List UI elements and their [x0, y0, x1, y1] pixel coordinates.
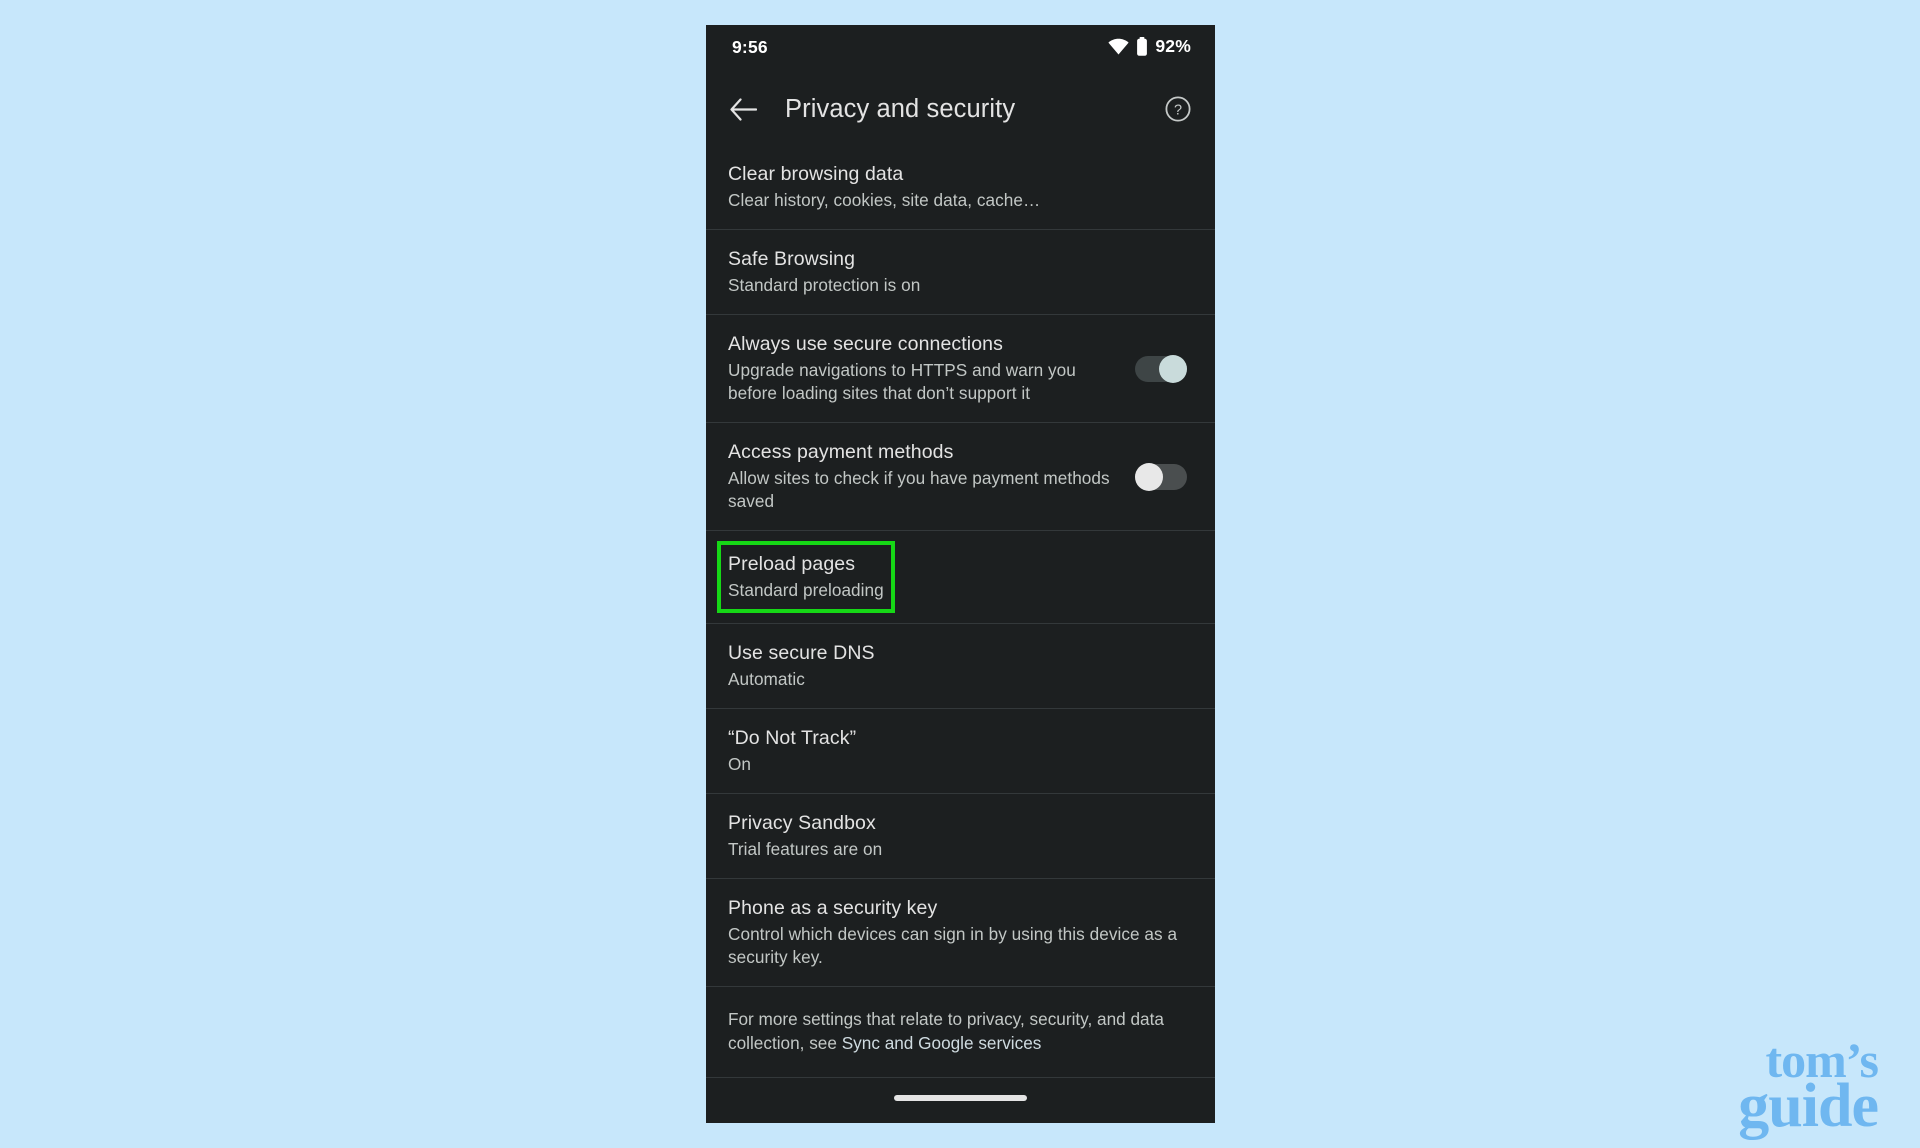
row-title: Phone as a security key: [728, 897, 938, 919]
row-text: Use secure DNS Automatic: [728, 641, 1187, 691]
settings-row-always-use-secure-connections[interactable]: Always use secure connections Upgrade na…: [706, 314, 1215, 422]
toggle-knob: [1135, 462, 1163, 491]
row-subtitle: Allow sites to check if you have payment…: [728, 468, 1110, 511]
row-title: Privacy Sandbox: [728, 812, 876, 834]
settings-row-clear-browsing-data[interactable]: Clear browsing data Clear history, cooki…: [706, 145, 1215, 229]
battery-percentage: 92%: [1155, 36, 1191, 56]
toms-guide-watermark: tom’s guide: [1738, 1035, 1879, 1141]
row-title: “Do Not Track”: [728, 727, 857, 749]
sync-and-google-services-link[interactable]: Sync and Google services: [842, 1033, 1042, 1053]
battery-icon: [1136, 37, 1148, 56]
highlight-box: Preload pages Standard preloading: [717, 541, 895, 613]
settings-row-do-not-track[interactable]: “Do Not Track” On: [706, 708, 1215, 793]
settings-row-preload-pages[interactable]: Preload pages Standard preloading: [706, 530, 1215, 623]
settings-row-safe-browsing[interactable]: Safe Browsing Standard protection is on: [706, 229, 1215, 314]
status-bar-indicators: 92%: [1108, 36, 1191, 57]
row-subtitle: Trial features are on: [728, 839, 883, 859]
settings-row-access-payment-methods[interactable]: Access payment methods Allow sites to ch…: [706, 422, 1215, 530]
row-title: Access payment methods: [728, 441, 954, 463]
row-text: Clear browsing data Clear history, cooki…: [728, 162, 1187, 212]
wifi-icon: [1108, 38, 1129, 55]
home-gesture-pill[interactable]: [894, 1094, 1027, 1101]
settings-row-use-secure-dns[interactable]: Use secure DNS Automatic: [706, 623, 1215, 708]
help-circle-icon[interactable]: ?: [1163, 94, 1193, 124]
row-text: Always use secure connections Upgrade na…: [728, 332, 1117, 405]
settings-row-privacy-sandbox[interactable]: Privacy Sandbox Trial features are on: [706, 793, 1215, 878]
row-subtitle: Standard preloading: [728, 580, 884, 600]
row-text: Safe Browsing Standard protection is on: [728, 247, 1187, 297]
row-subtitle: Clear history, cookies, site data, cache…: [728, 190, 1041, 210]
toggle-knob: [1159, 354, 1187, 383]
row-title: Preload pages: [728, 553, 856, 575]
row-subtitle: Automatic: [728, 669, 805, 689]
footer-note: For more settings that relate to privacy…: [706, 986, 1215, 1077]
navigation-bar: [706, 1077, 1215, 1117]
footer-note-text: For more settings that relate to privacy…: [728, 1007, 1185, 1055]
status-bar-time: 9:56: [732, 37, 768, 57]
settings-row-phone-as-a-security-key[interactable]: Phone as a security key Control which de…: [706, 878, 1215, 986]
watermark-line-2: guide: [1738, 1072, 1879, 1141]
row-title: Clear browsing data: [728, 163, 904, 185]
phone-screenshot-frame: 9:56 92% Privacy and security ? Clear br…: [706, 25, 1215, 1123]
toggle-always-use-secure-connections[interactable]: [1135, 353, 1187, 385]
row-text: Access payment methods Allow sites to ch…: [728, 440, 1117, 513]
row-subtitle: Control which devices can sign in by usi…: [728, 924, 1178, 967]
back-arrow-icon[interactable]: [728, 94, 758, 124]
row-title: Always use secure connections: [728, 333, 1003, 355]
row-text: “Do Not Track” On: [728, 726, 1187, 776]
row-text: Phone as a security key Control which de…: [728, 896, 1187, 969]
settings-list: Clear browsing data Clear history, cooki…: [706, 145, 1215, 986]
row-title: Use secure DNS: [728, 642, 875, 664]
row-title: Safe Browsing: [728, 248, 856, 270]
svg-text:?: ?: [1174, 103, 1182, 119]
page-title: Privacy and security: [785, 94, 1016, 123]
toggle-access-payment-methods[interactable]: [1135, 461, 1187, 493]
row-subtitle: Upgrade navigations to HTTPS and warn yo…: [728, 360, 1076, 403]
row-text: Privacy Sandbox Trial features are on: [728, 811, 1187, 861]
row-subtitle: On: [728, 754, 752, 774]
row-subtitle: Standard protection is on: [728, 275, 921, 295]
status-bar: 9:56 92%: [706, 25, 1215, 73]
app-bar: Privacy and security ?: [706, 73, 1215, 145]
